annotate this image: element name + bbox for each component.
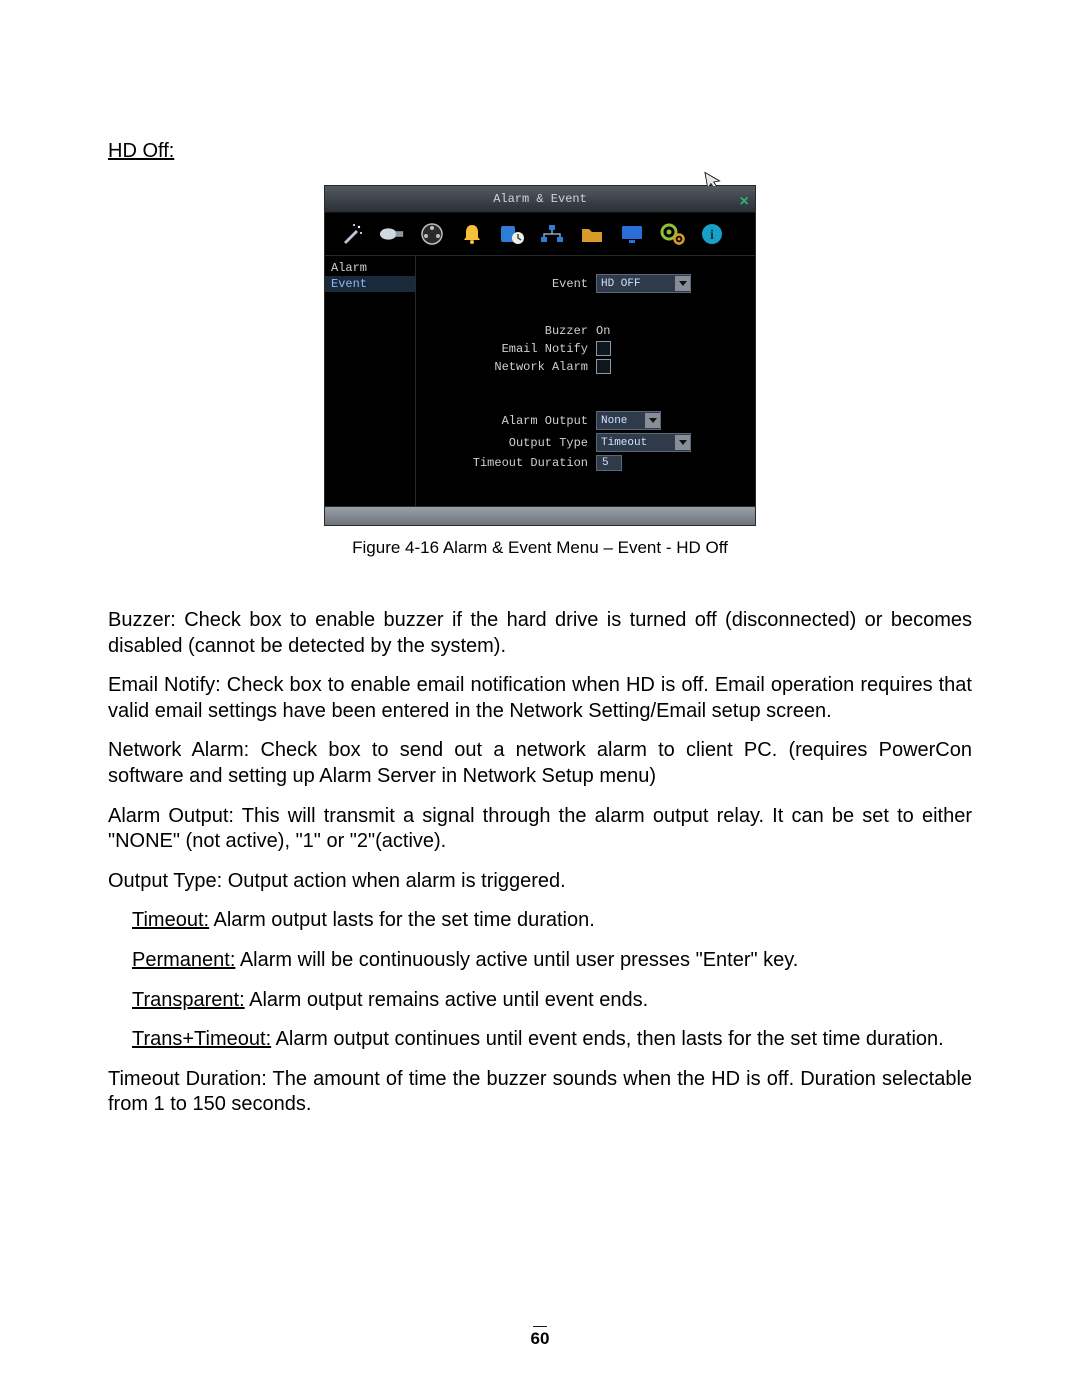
term-duration: Timeout Duration: bbox=[108, 1068, 267, 1090]
desc-output-type: Output action when alarm is triggered. bbox=[222, 870, 566, 892]
event-label: Event bbox=[428, 277, 596, 291]
desc-permanent: Alarm will be continuously active until … bbox=[235, 949, 798, 971]
network-alarm-label: Network Alarm bbox=[428, 360, 596, 374]
buzzer-label: Buzzer bbox=[428, 324, 596, 338]
sidebar: Alarm Event bbox=[325, 256, 416, 506]
figure-caption: Figure 4-16 Alarm & Event Menu – Event -… bbox=[108, 538, 972, 558]
window-title: Alarm & Event bbox=[493, 192, 587, 206]
term-trans-timeout: Trans+Timeout: bbox=[132, 1028, 271, 1050]
page-number-value: 60 bbox=[531, 1329, 550, 1348]
desc-buzzer: Check box to enable buzzer if the hard d… bbox=[108, 609, 972, 657]
chevron-down-icon bbox=[645, 413, 660, 428]
buzzer-value[interactable]: On bbox=[596, 324, 610, 338]
sidebar-item-alarm[interactable]: Alarm bbox=[325, 260, 415, 276]
window-titlebar: Alarm & Event × bbox=[325, 186, 755, 213]
network-icon[interactable] bbox=[539, 221, 565, 247]
reel-icon[interactable] bbox=[419, 221, 445, 247]
camera-icon[interactable] bbox=[379, 221, 405, 247]
output-type-dropdown[interactable]: Timeout bbox=[596, 433, 691, 452]
desc-timeout: Alarm output lasts for the set time dura… bbox=[209, 909, 595, 931]
bell-icon[interactable] bbox=[459, 221, 485, 247]
dvr-window: Alarm & Event × bbox=[324, 185, 756, 526]
event-dropdown[interactable]: HD OFF bbox=[596, 274, 691, 293]
wand-icon[interactable] bbox=[339, 221, 365, 247]
screenshot-container: Alarm & Event × bbox=[108, 185, 972, 558]
schedule-icon[interactable] bbox=[499, 221, 525, 247]
timeout-duration-field[interactable]: 5 bbox=[596, 455, 622, 471]
monitor-icon[interactable] bbox=[619, 221, 645, 247]
email-notify-checkbox[interactable] bbox=[596, 341, 611, 356]
folder-icon[interactable] bbox=[579, 221, 605, 247]
network-alarm-checkbox[interactable] bbox=[596, 359, 611, 374]
event-dropdown-value: HD OFF bbox=[601, 278, 671, 290]
section-heading: HD Off: bbox=[108, 140, 972, 163]
alarm-output-label: Alarm Output bbox=[428, 414, 596, 428]
desc-alarm-output: This will transmit a signal through the … bbox=[108, 805, 972, 853]
email-notify-label: Email Notify bbox=[428, 342, 596, 356]
timeout-duration-label: Timeout Duration bbox=[428, 456, 596, 470]
gear-icon[interactable] bbox=[659, 221, 685, 247]
output-type-value: Timeout bbox=[601, 437, 671, 449]
term-output-type: Output Type: bbox=[108, 870, 222, 892]
toolbar: i bbox=[325, 213, 755, 256]
window-footer bbox=[325, 506, 755, 525]
desc-email: Check box to enable email notification w… bbox=[108, 674, 972, 722]
chevron-down-icon bbox=[675, 435, 690, 450]
term-timeout: Timeout: bbox=[132, 909, 209, 931]
alarm-output-value: None bbox=[601, 415, 641, 427]
desc-transparent: Alarm output remains active until event … bbox=[245, 989, 649, 1011]
desc-trans-timeout: Alarm output continues until event ends,… bbox=[271, 1028, 944, 1050]
term-transparent: Transparent: bbox=[132, 989, 245, 1011]
term-buzzer: Buzzer: bbox=[108, 609, 176, 631]
term-permanent: Permanent: bbox=[132, 949, 235, 971]
sidebar-item-event[interactable]: Event bbox=[325, 276, 415, 292]
term-alarm-output: Alarm Output: bbox=[108, 805, 234, 827]
output-type-label: Output Type bbox=[428, 436, 596, 450]
close-icon[interactable]: × bbox=[739, 189, 749, 215]
alarm-output-dropdown[interactable]: None bbox=[596, 411, 661, 430]
svg-text:i: i bbox=[710, 228, 714, 243]
term-email: Email Notify: bbox=[108, 674, 221, 696]
term-network: Network Alarm: bbox=[108, 739, 249, 761]
page-number: — 60 bbox=[0, 1317, 1080, 1349]
settings-form: Event HD OFF Buzzer On Email Notify bbox=[416, 256, 755, 506]
body-text: Buzzer: Check box to enable buzzer if th… bbox=[108, 608, 972, 1118]
chevron-down-icon bbox=[675, 276, 690, 291]
info-icon[interactable]: i bbox=[699, 221, 725, 247]
